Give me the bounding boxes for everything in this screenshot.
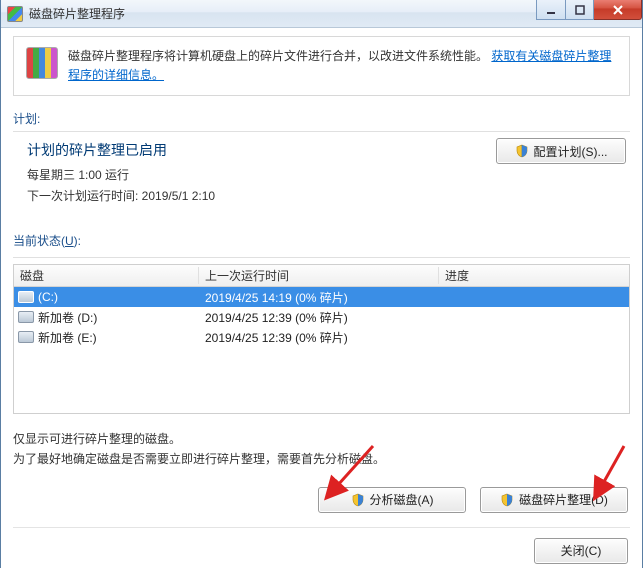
close-button-label: 关闭(C)	[561, 542, 602, 559]
drive-icon	[18, 291, 34, 303]
close-icon	[612, 5, 624, 15]
schedule-section-label: 计划:	[13, 110, 630, 127]
shield-icon	[515, 144, 529, 158]
col-header-disk[interactable]: 磁盘	[14, 267, 199, 284]
status-panel: 磁盘 上一次运行时间 进度 (C:) 2019/4/25 14:19 (0% 碎…	[13, 257, 630, 563]
hint-line-1: 仅显示可进行碎片整理的磁盘。	[13, 430, 630, 449]
hint-line-2: 为了最好地确定磁盘是否需要立即进行碎片整理，需要首先分析磁盘。	[13, 450, 630, 469]
col-header-progress[interactable]: 进度	[439, 267, 629, 284]
schedule-panel: 计划的碎片整理已启用 每星期三 1:00 运行 下一次计划运行时间: 2019/…	[13, 131, 630, 218]
window: 磁盘碎片整理程序 磁盘碎片整理程序将计算机硬盘上的碎片文件进行合并，以改进文件系…	[0, 0, 643, 568]
window-title: 磁盘碎片整理程序	[29, 5, 125, 22]
disk-list-header: 磁盘 上一次运行时间 进度	[14, 265, 629, 287]
maximize-button[interactable]	[566, 0, 594, 20]
disk-name: (C:)	[38, 290, 58, 304]
disk-name: 新加卷 (E:)	[38, 329, 97, 346]
shield-icon	[500, 493, 514, 507]
app-icon	[7, 6, 23, 22]
footer-row: 关闭(C)	[13, 528, 630, 564]
info-description: 磁盘碎片整理程序将计算机硬盘上的碎片文件进行合并，以改进文件系统性能。	[68, 49, 488, 63]
analyze-disk-label: 分析磁盘(A)	[370, 491, 434, 508]
info-banner: 磁盘碎片整理程序将计算机硬盘上的碎片文件进行合并，以改进文件系统性能。 获取有关…	[13, 36, 630, 96]
analyze-disk-button[interactable]: 分析磁盘(A)	[318, 487, 466, 513]
disk-name: 新加卷 (D:)	[38, 309, 97, 326]
action-buttons-row: 分析磁盘(A) 磁盘碎片整理(D)	[13, 477, 630, 528]
close-button[interactable]: 关闭(C)	[534, 538, 628, 564]
window-controls	[536, 0, 642, 20]
schedule-next-run: 下一次计划运行时间: 2019/5/1 2:10	[27, 187, 616, 204]
maximize-icon	[575, 5, 585, 15]
defrag-icon	[26, 47, 58, 79]
close-window-button[interactable]	[594, 0, 642, 20]
defragment-disk-label: 磁盘碎片整理(D)	[519, 491, 608, 508]
schedule-recurrence: 每星期三 1:00 运行	[27, 166, 616, 183]
drive-icon	[18, 311, 34, 323]
disk-last-run: 2019/4/25 12:39 (0% 碎片)	[199, 329, 439, 346]
shield-icon	[351, 493, 365, 507]
minimize-button[interactable]	[536, 0, 566, 20]
configure-schedule-button[interactable]: 配置计划(S)...	[496, 138, 626, 164]
info-text: 磁盘碎片整理程序将计算机硬盘上的碎片文件进行合并，以改进文件系统性能。 获取有关…	[68, 47, 617, 85]
disk-row[interactable]: (C:) 2019/4/25 14:19 (0% 碎片)	[14, 287, 629, 307]
configure-schedule-label: 配置计划(S)...	[534, 143, 608, 160]
disk-last-run: 2019/4/25 12:39 (0% 碎片)	[199, 309, 439, 326]
status-section-label: 当前状态(U):	[13, 232, 630, 249]
minimize-icon	[546, 5, 556, 15]
disk-last-run: 2019/4/25 14:19 (0% 碎片)	[199, 289, 439, 306]
col-header-last-run[interactable]: 上一次运行时间	[199, 267, 439, 284]
disk-row[interactable]: 新加卷 (E:) 2019/4/25 12:39 (0% 碎片)	[14, 327, 629, 347]
hint-text: 仅显示可进行碎片整理的磁盘。 为了最好地确定磁盘是否需要立即进行碎片整理，需要首…	[13, 430, 630, 468]
drive-icon	[18, 331, 34, 343]
defragment-disk-button[interactable]: 磁盘碎片整理(D)	[480, 487, 628, 513]
disk-list[interactable]: 磁盘 上一次运行时间 进度 (C:) 2019/4/25 14:19 (0% 碎…	[13, 264, 630, 414]
content-area: 磁盘碎片整理程序将计算机硬盘上的碎片文件进行合并，以改进文件系统性能。 获取有关…	[1, 28, 642, 568]
disk-row[interactable]: 新加卷 (D:) 2019/4/25 12:39 (0% 碎片)	[14, 307, 629, 327]
titlebar: 磁盘碎片整理程序	[1, 0, 642, 28]
